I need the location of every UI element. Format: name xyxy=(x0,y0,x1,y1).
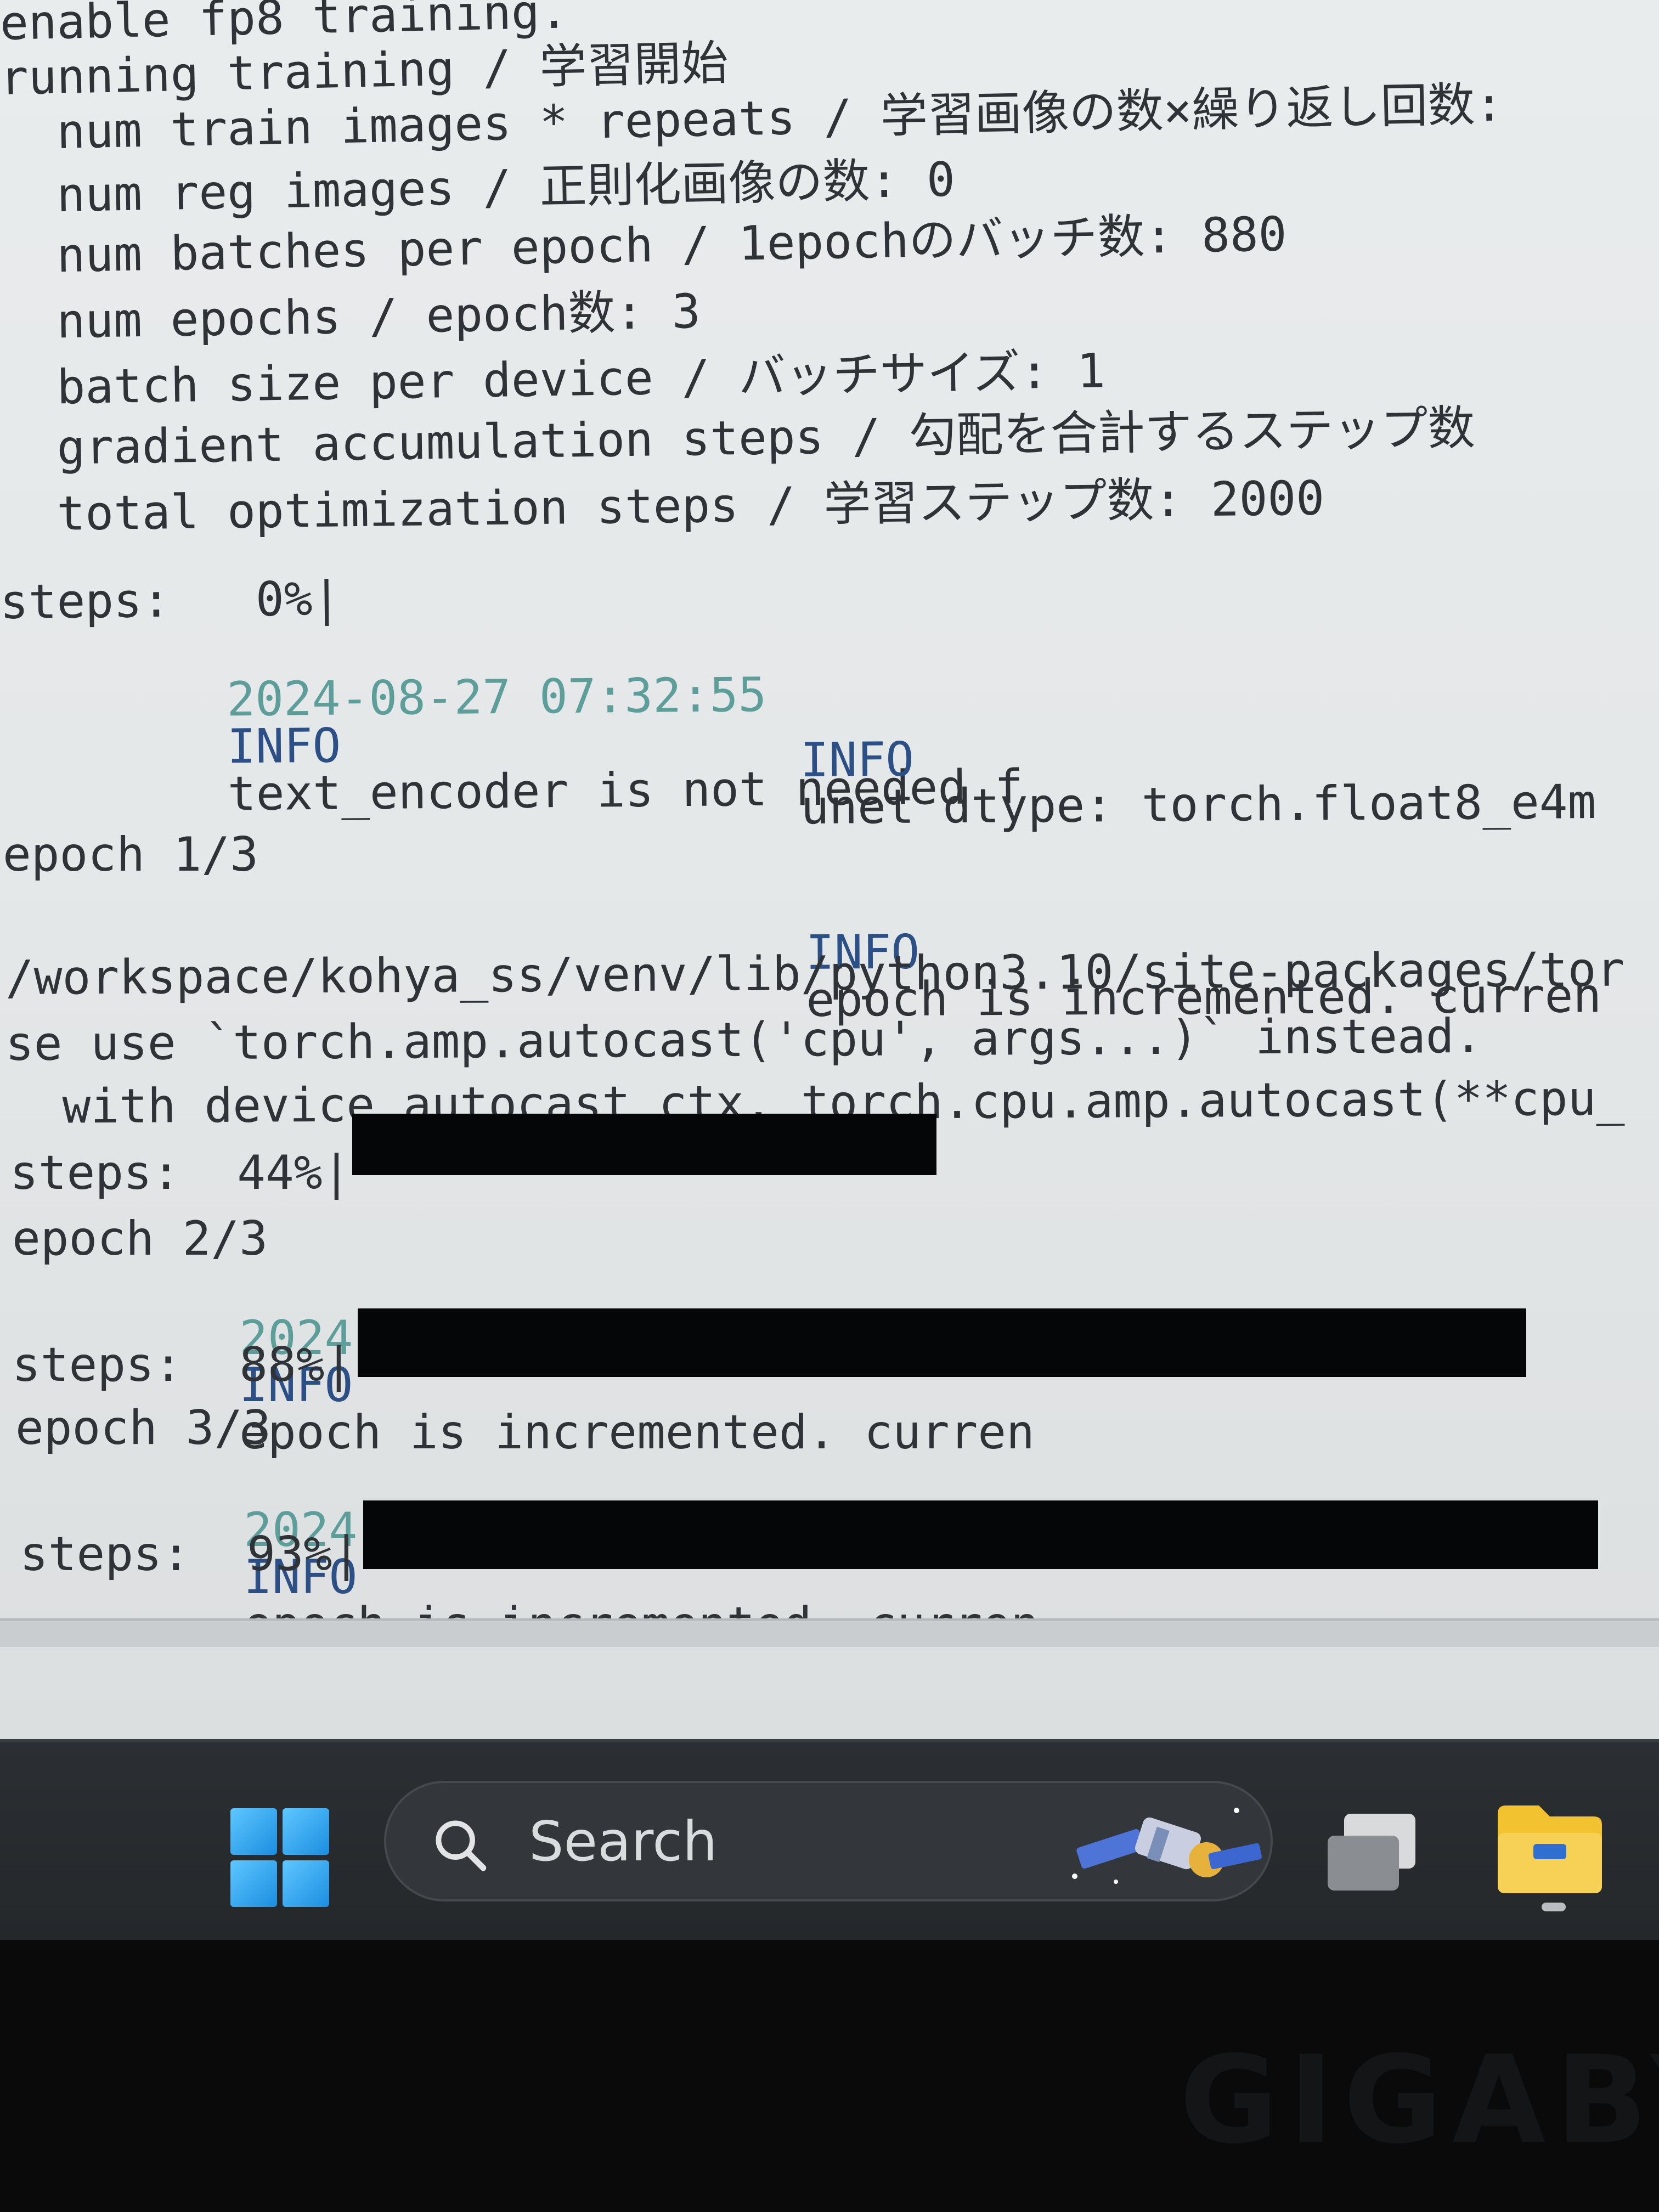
file-explorer-icon[interactable] xyxy=(1492,1792,1607,1901)
progress-label: steps: 88%| xyxy=(12,1338,353,1392)
task-view-icon[interactable] xyxy=(1317,1803,1426,1901)
progress-label: steps: 44%| xyxy=(10,1146,351,1200)
photo: enable fp8 training. running training / … xyxy=(0,0,1659,2212)
terminal-line: running training / 学習開始 xyxy=(0,36,729,106)
progress-label: steps: 93%| xyxy=(20,1527,361,1582)
terminal-line: num batches per epoch / 1epochのバッチ数: 880 xyxy=(0,207,1288,284)
search-icon xyxy=(436,1820,487,1871)
terminal-line: num reg images / 正則化画像の数: 0 xyxy=(0,152,956,224)
epoch-line: epoch 1/3 xyxy=(3,827,258,882)
progress-line: steps: 0%| xyxy=(0,571,341,630)
warning-line: /workspace/kohya_ss/venv/lib/python3.10/… xyxy=(5,942,1625,1006)
terminal-line: gradient accumulation steps / 勾配を合計するステッ… xyxy=(0,400,1476,476)
satellite-highlight-icon xyxy=(1072,1808,1262,1884)
epoch-line: epoch 3/3 xyxy=(15,1401,271,1455)
horizontal-scrollbar[interactable] xyxy=(0,1618,1659,1647)
progress-bar xyxy=(352,1114,936,1175)
progress-bar xyxy=(358,1308,1526,1377)
monitor-screen: enable fp8 training. running training / … xyxy=(0,0,1659,1739)
log-line: INFO unet dtype: torch.float8_e4m xyxy=(573,684,1596,880)
terminal-line: total optimization steps / 学習ステップ数: 2000 xyxy=(0,471,1325,542)
search-placeholder: Search xyxy=(529,1809,718,1874)
warning-line: se use `torch.amp.autocast('cpu', args..… xyxy=(5,1008,1483,1071)
epoch-line: epoch 2/3 xyxy=(12,1211,268,1266)
running-indicator xyxy=(1542,1903,1566,1911)
log-message: epoch is incremented. curren xyxy=(239,1405,1035,1460)
terminal-line: batch size per device / バッチサイズ: 1 xyxy=(0,343,1106,416)
terminal-line: enable fp8 training. xyxy=(0,0,569,51)
windows-start-icon[interactable] xyxy=(230,1808,329,1907)
terminal-window[interactable]: enable fp8 training. running training / … xyxy=(0,0,1659,1624)
taskbar-search-box[interactable]: Search xyxy=(384,1781,1273,1901)
terminal-line: num epochs / epoch数: 3 xyxy=(0,284,701,350)
taskbar: Search xyxy=(0,1739,1659,1940)
bezel-logo: GIGABY xyxy=(1180,2030,1659,2170)
log-message: unet dtype: torch.float8_e4m xyxy=(800,774,1596,836)
progress-bar xyxy=(363,1500,1598,1569)
